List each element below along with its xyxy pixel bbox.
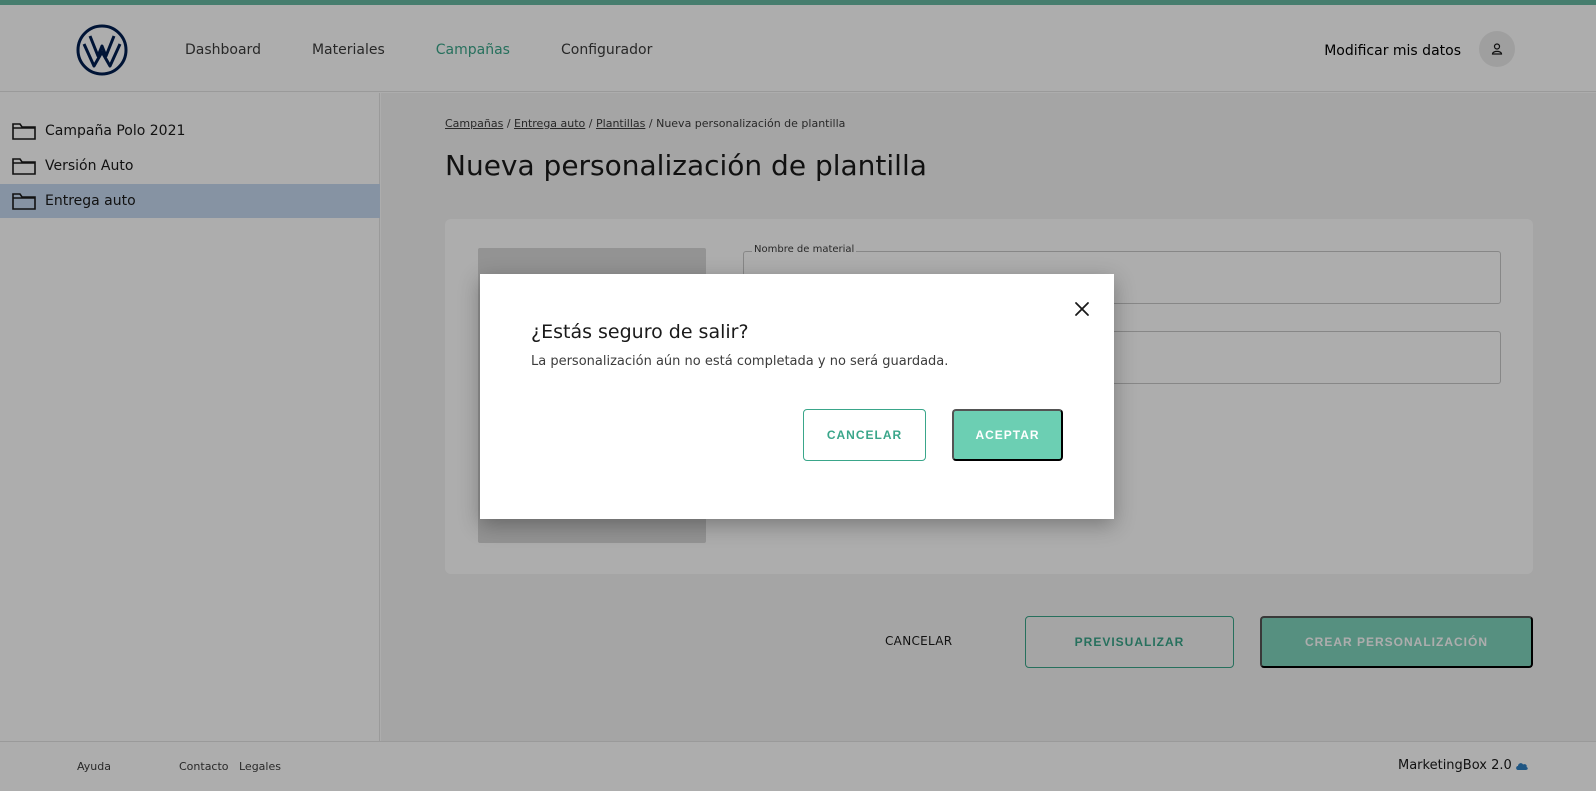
dialog-message: La personalización aún no está completad… [531,354,949,369]
dialog-cancel-button[interactable]: CANCELAR [803,409,926,461]
exit-confirmation-dialog: ¿Estás seguro de salir? La personalizaci… [480,274,1114,519]
close-icon[interactable] [1071,298,1093,320]
dialog-title: ¿Estás seguro de salir? [531,321,749,343]
dialog-accept-button[interactable]: ACEPTAR [952,409,1063,461]
